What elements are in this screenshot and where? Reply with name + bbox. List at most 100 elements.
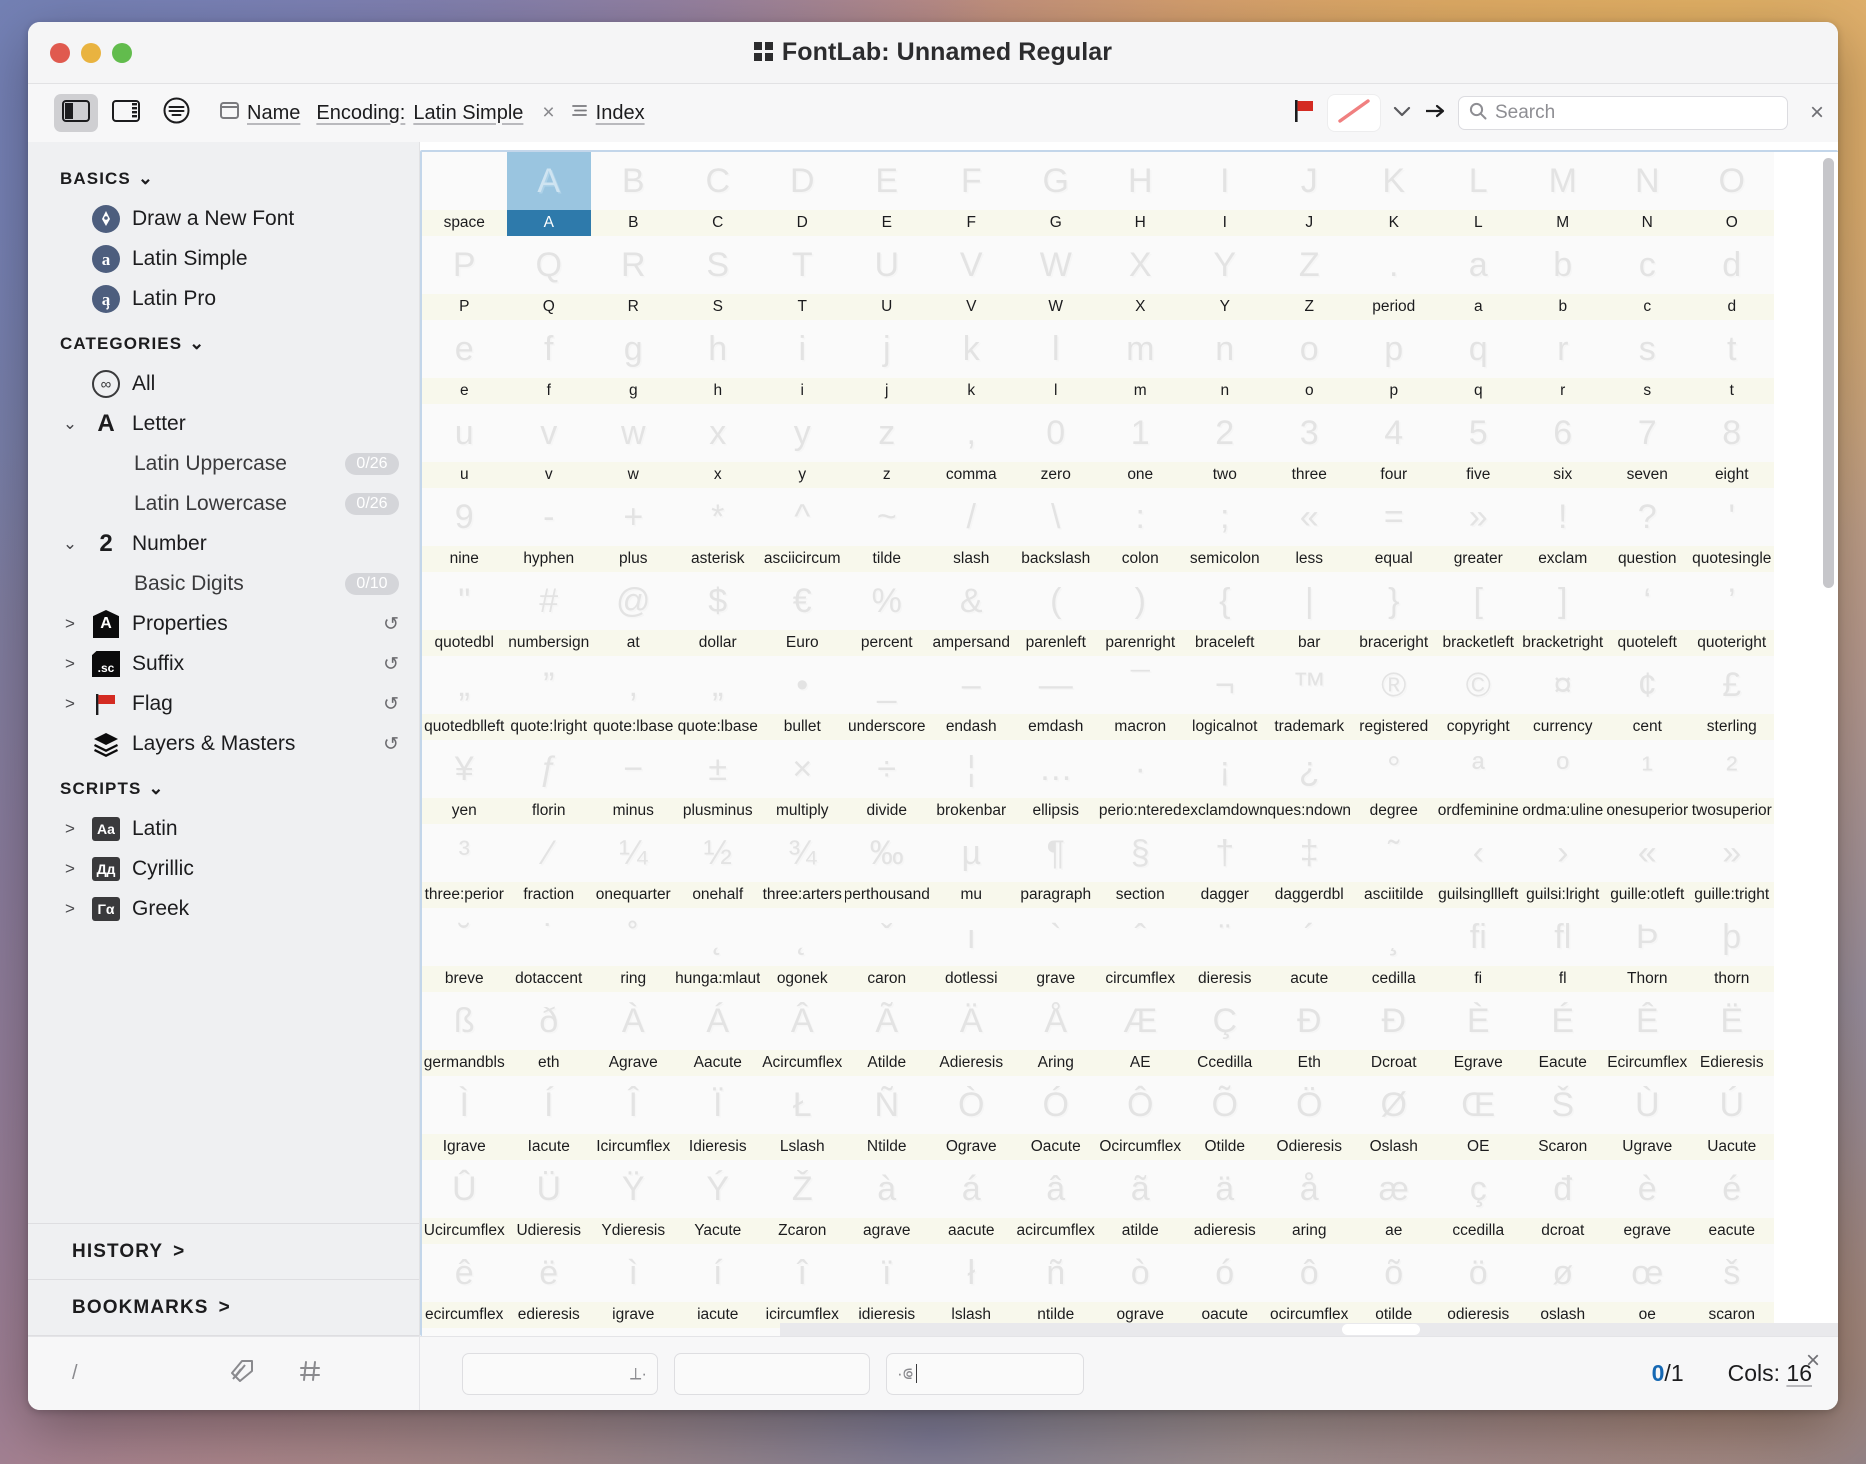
search-field[interactable] xyxy=(1457,96,1788,130)
columns-control[interactable]: Cols: 16 xyxy=(1728,1360,1812,1387)
glyph-cell[interactable]: © copyright xyxy=(1436,656,1521,740)
glyph-cell[interactable]: / slash xyxy=(929,488,1014,572)
glyph-cell[interactable]: º ordma:uline xyxy=(1520,740,1605,824)
glyph-cell[interactable]: cc xyxy=(1605,236,1690,320)
glyph-cell[interactable]: ss xyxy=(1605,320,1690,404)
glyph-cell[interactable]: ½ onehalf xyxy=(675,824,760,908)
glyph-cell[interactable]: Å Aring xyxy=(1013,992,1098,1076)
glyph-cell[interactable]: ff xyxy=(506,320,591,404)
glyph-cell[interactable]: «guille:otleft xyxy=(1605,824,1690,908)
glyph-cell[interactable]: ‡ daggerdbl xyxy=(1267,824,1352,908)
mark-color-swatch[interactable] xyxy=(1327,95,1380,131)
glyph-cell[interactable]: Æ AE xyxy=(1098,992,1183,1076)
glyph-cell[interactable]: ˜ asciitilde xyxy=(1351,824,1436,908)
zoom-window-button[interactable] xyxy=(112,42,132,63)
arrow-right-icon[interactable] xyxy=(1424,103,1446,124)
grid-horizontal-scrollbar[interactable] xyxy=(780,1323,1838,1336)
glyph-cell[interactable]: ø oslash xyxy=(1520,1244,1605,1328)
glyph-cell[interactable]: † dagger xyxy=(1182,824,1267,908)
glyph-cell[interactable]: ˚ ring xyxy=(591,908,676,992)
glyph-cell[interactable]: ii xyxy=(760,320,845,404)
close-panel-icon[interactable]: × xyxy=(1810,99,1824,127)
glyph-cell[interactable]: dd xyxy=(1689,236,1774,320)
search-input[interactable] xyxy=(1494,102,1777,124)
glyph-cell[interactable]: MM xyxy=(1520,152,1605,236)
chevron-down-icon[interactable]: ⌄ xyxy=(189,333,205,354)
glyph-cell[interactable]: à agrave xyxy=(844,1160,929,1244)
glyph-cell[interactable]: Ú Uacute xyxy=(1689,1076,1774,1160)
glyph-cell[interactable]: ù xyxy=(422,1328,507,1336)
glyph-grid-viewport[interactable]: space A A B B C C D D E E F F G G H H I I J J K K L L M M N N O O P P Q Q R… xyxy=(420,150,1838,1336)
glyph-cell[interactable]: (parenleft xyxy=(1013,572,1098,656)
glyph-cell[interactable]: ‹ guilsingllleft xyxy=(1436,824,1521,908)
glyph-cell[interactable]: đ dcroat xyxy=(1520,1160,1605,1244)
left-sidebearing-field[interactable]: ⟂· xyxy=(462,1352,658,1395)
glyph-cell[interactable]: ee xyxy=(422,320,507,404)
advance-width-field[interactable] xyxy=(674,1352,870,1395)
glyph-cell[interactable]: # numbersign xyxy=(506,572,591,656)
glyph-cell[interactable]: xx xyxy=(675,404,760,488)
glyph-cell[interactable]: GG xyxy=(1013,152,1098,236)
glyph-cell[interactable]: ww xyxy=(591,404,676,488)
glyph-cell[interactable]: nn xyxy=(1182,320,1267,404)
glyph-cell[interactable]: Õ Otilde xyxy=(1182,1076,1267,1160)
glyph-cell[interactable]: ê ecircumflex xyxy=(422,1244,507,1328)
glyph-cell[interactable]: ł lslash xyxy=(929,1244,1014,1328)
glyph-cell[interactable]: 6 six xyxy=(1520,404,1605,488)
glyph-cell[interactable]: È Egrave xyxy=(1436,992,1521,1076)
glyph-cell[interactable]: Â Acircumflex xyxy=(760,992,845,1076)
glyph-cell[interactable]: 2 two xyxy=(1182,404,1267,488)
glyph-cell[interactable]: } braceright xyxy=(1351,572,1436,656)
glyph-cell[interactable]: » guille:tright xyxy=(1689,824,1774,908)
glyph-cell[interactable]: QQ xyxy=(506,236,591,320)
glyph-cell[interactable]: ll xyxy=(1013,320,1098,404)
glyph-cell[interactable]: 8 eight xyxy=(1689,404,1774,488)
glyph-cell[interactable]: : colon xyxy=(1098,488,1183,572)
glyph-cell[interactable]: qq xyxy=(1436,320,1521,404)
glyph-cell[interactable]: Í Iacute xyxy=(506,1076,591,1160)
glyph-cell[interactable]: − minus xyxy=(591,740,676,824)
sidebar-section-scripts[interactable]: SCRIPTS ⌄ xyxy=(28,764,419,809)
glyph-cell[interactable]: ˆ circumflex xyxy=(1098,908,1183,992)
glyph-cell[interactable]: 7 seven xyxy=(1605,404,1690,488)
glyph-cell[interactable]: ƒ florin xyxy=(506,740,591,824)
status-close-icon[interactable]: × xyxy=(1806,1347,1820,1375)
right-sidebearing-field[interactable]: ·⟃ xyxy=(886,1352,1084,1395)
glyph-cell[interactable]: â acircumflex xyxy=(1013,1160,1098,1244)
glyph-cell[interactable]: YY xyxy=(1182,236,1267,320)
glyph-cell[interactable]: ’ quoteright xyxy=(1689,572,1774,656)
glyph-cell[interactable]: oo xyxy=(1267,320,1352,404)
glyph-cell[interactable]: $ dollar xyxy=(675,572,760,656)
glyph-cell[interactable]: Ÿ Ydieresis xyxy=(591,1160,676,1244)
chevron-right-icon[interactable]: > xyxy=(60,614,80,634)
glyph-cell[interactable]: PP xyxy=(422,236,507,320)
glyph-cell[interactable]: ª ordfeminine xyxy=(1436,740,1521,824)
sidebar-item-latin-simple[interactable]: a Latin Simple xyxy=(28,239,419,279)
glyph-cell[interactable]: ç ccedilla xyxy=(1436,1160,1521,1244)
sidebar-item-latin-pro[interactable]: a Latin Pro xyxy=(28,279,419,319)
glyph-cell[interactable]: Œ OE xyxy=(1436,1076,1521,1160)
glyph-cell[interactable]: Ì Igrave xyxy=(422,1076,507,1160)
glyph-cell[interactable]: Ø Oslash xyxy=(1351,1076,1436,1160)
glyph-cell[interactable]: ñ ntilde xyxy=(1013,1244,1098,1328)
glyph-cell[interactable]: XX xyxy=(1098,236,1183,320)
glyph-cell[interactable]: ô ocircumflex xyxy=(1267,1244,1352,1328)
glyph-cell[interactable]: ˘ breve xyxy=(422,908,507,992)
glyph-cell[interactable]: ¨ dieresis xyxy=(1182,908,1267,992)
glyph-cell[interactable]: gg xyxy=(591,320,676,404)
glyph-cell[interactable]: ? question xyxy=(1605,488,1690,572)
glyph-cell[interactable]: ÷ divide xyxy=(844,740,929,824)
glyph-cell[interactable]: ı dotlessi xyxy=(929,908,1014,992)
glyph-cell[interactable]: ! exclam xyxy=(1520,488,1605,572)
sidebar-item-basic-digits[interactable]: Basic Digits 0/10 xyxy=(28,564,419,604)
glyph-cell[interactable]: ) parenright xyxy=(1098,572,1183,656)
glyph-cell[interactable]: ZZ xyxy=(1267,236,1352,320)
red-flag-icon[interactable] xyxy=(1294,99,1316,128)
chevron-right-icon[interactable]: > xyxy=(60,899,80,919)
glyph-cell[interactable]: ¼ onequarter xyxy=(591,824,676,908)
glyph-cell[interactable]: SS xyxy=(675,236,760,320)
glyph-cell[interactable]: Î Icircumflex xyxy=(591,1076,676,1160)
glyph-cell[interactable]: ® registered xyxy=(1351,656,1436,740)
glyph-cell[interactable]: Ñ Ntilde xyxy=(844,1076,929,1160)
sidebar-item-latin-lowercase[interactable]: Latin Lowercase 0/26 xyxy=(28,484,419,524)
